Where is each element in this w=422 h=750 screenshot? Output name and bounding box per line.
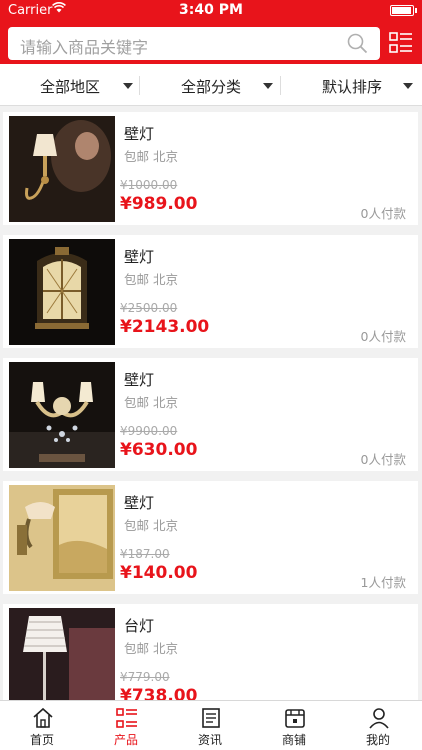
store-icon	[285, 709, 305, 728]
caret-down-icon	[123, 83, 133, 89]
product-paid-count: 0人付款	[360, 452, 406, 467]
tab-store-label: 商铺	[281, 733, 306, 747]
product-name: 壁灯	[124, 494, 155, 512]
product-paid-count: 1人付款	[360, 575, 406, 590]
product-shipping: 包邮 北京	[124, 395, 178, 410]
search-placeholder: 请输入商品关键字	[20, 38, 149, 57]
product-name: 台灯	[124, 617, 155, 635]
product-name: 壁灯	[124, 371, 155, 389]
filter-sort[interactable]: 默认排序	[282, 64, 422, 106]
tab-bar: 首页 产品 资讯 商铺 我的	[0, 700, 422, 750]
product-original-price: ¥187.00	[120, 547, 170, 561]
product-price: ¥140.00	[120, 563, 198, 583]
product-shipping: 包邮 北京	[124, 272, 178, 287]
tab-home-label: 首页	[29, 733, 54, 747]
tab-products-label: 产品	[113, 733, 138, 747]
product-shipping: 包邮 北京	[124, 518, 178, 533]
product-image	[9, 485, 115, 591]
list-icon	[116, 708, 137, 728]
filter-category[interactable]: 全部分类	[141, 64, 281, 106]
product-card[interactable]: 壁灯 包邮 北京 ¥1000.00 ¥989.00 0人付款	[3, 112, 418, 225]
product-price: ¥630.00	[120, 440, 198, 460]
product-card[interactable]: 壁灯 包邮 北京 ¥9900.00 ¥630.00 0人付款	[3, 358, 418, 471]
product-price: ¥989.00	[120, 194, 198, 214]
tab-home[interactable]: 首页	[0, 701, 84, 750]
divider	[139, 76, 140, 95]
filter-bar: 全部地区 全部分类 默认排序	[0, 64, 422, 106]
filter-category-label: 全部分类	[180, 78, 241, 96]
product-shipping: 包邮 北京	[124, 149, 178, 164]
caret-down-icon	[263, 83, 273, 89]
status-bar: Carrier 3:40 PM	[0, 0, 422, 22]
tab-mine-label: 我的	[365, 733, 390, 747]
filter-region-label: 全部地区	[39, 78, 100, 96]
news-icon	[202, 708, 220, 728]
product-paid-count: 0人付款	[360, 329, 406, 344]
product-image	[9, 362, 115, 468]
tab-products[interactable]: 产品	[84, 701, 168, 750]
divider	[280, 76, 281, 95]
product-original-price: ¥1000.00	[120, 178, 178, 192]
filter-sort-label: 默认排序	[321, 78, 382, 96]
product-original-price: ¥9900.00	[120, 424, 178, 438]
product-name: 壁灯	[124, 248, 155, 266]
category-menu-icon[interactable]	[388, 30, 414, 56]
caret-down-icon	[403, 83, 413, 89]
tab-news-label: 资讯	[197, 733, 222, 747]
product-original-price: ¥779.00	[120, 670, 170, 684]
status-time: 3:40 PM	[179, 2, 243, 18]
tab-news[interactable]: 资讯	[168, 701, 252, 750]
product-card[interactable]: 壁灯 包邮 北京 ¥187.00 ¥140.00 1人付款	[3, 481, 418, 594]
filter-region[interactable]: 全部地区	[0, 64, 140, 106]
product-paid-count: 0人付款	[360, 206, 406, 221]
product-image	[9, 608, 115, 714]
tab-mine[interactable]: 我的	[336, 701, 420, 750]
tab-store[interactable]: 商铺	[252, 701, 336, 750]
top-bar: Carrier 3:40 PM 请输入商品关键字	[0, 0, 422, 64]
search-input[interactable]: 请输入商品关键字	[8, 27, 380, 60]
product-card[interactable]: 壁灯 包邮 北京 ¥2500.00 ¥2143.00 0人付款	[3, 235, 418, 348]
product-name: 壁灯	[124, 125, 155, 143]
product-original-price: ¥2500.00	[120, 301, 178, 315]
product-price: ¥2143.00	[120, 317, 210, 337]
product-image	[9, 116, 115, 222]
home-icon	[33, 707, 53, 728]
product-image	[9, 239, 115, 345]
search-icon[interactable]	[347, 33, 368, 54]
product-shipping: 包邮 北京	[124, 641, 178, 656]
battery-icon	[390, 5, 417, 16]
user-icon	[369, 708, 389, 729]
